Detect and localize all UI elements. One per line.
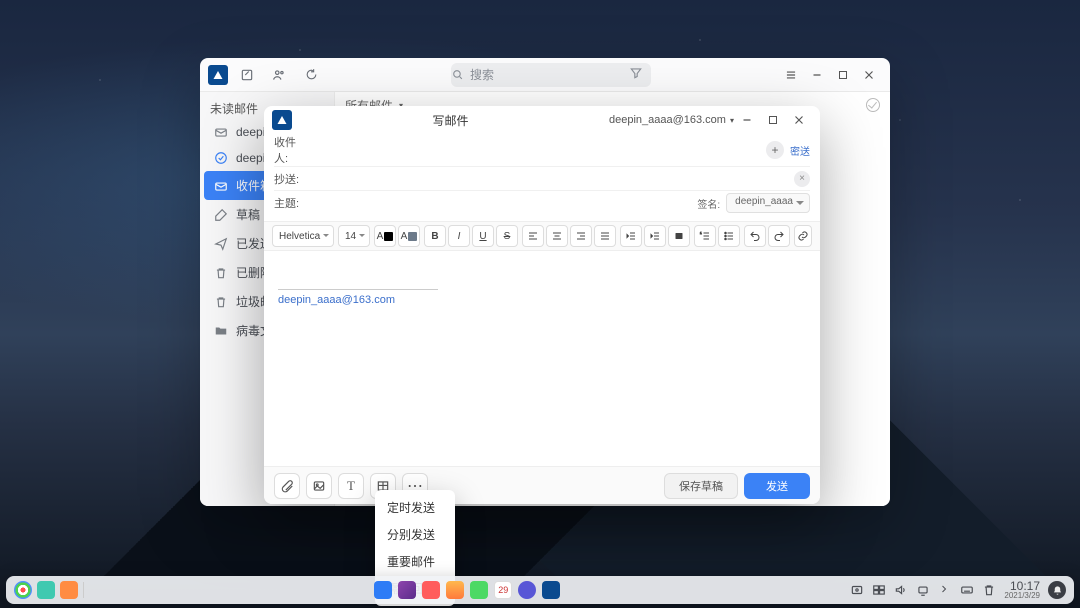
spam-icon: [214, 295, 228, 309]
italic-button[interactable]: I: [448, 225, 470, 247]
app-logo-icon: [208, 65, 228, 85]
drafts-icon: [214, 208, 228, 222]
search-bar[interactable]: 搜索: [451, 63, 651, 87]
menu-important-mail[interactable]: 重要邮件: [375, 548, 455, 575]
compose-window: 写邮件 deepin_aaaa@163.com ▾ 收件人: + 密送 抄送: …: [264, 106, 820, 504]
font-size-select[interactable]: 14: [338, 225, 370, 247]
font-family-select[interactable]: Helvetica: [272, 225, 334, 247]
subject-field[interactable]: [316, 193, 691, 213]
save-draft-button[interactable]: 保存草稿: [664, 473, 738, 499]
tray-notifications-icon[interactable]: [1048, 581, 1066, 599]
recipient-label: 收件人:: [274, 134, 310, 166]
refresh-icon[interactable]: [298, 64, 324, 86]
strikethrough-button[interactable]: S: [496, 225, 518, 247]
taskbar-clock[interactable]: 10:17 2021/3/29: [1004, 580, 1040, 600]
attach-button[interactable]: [274, 473, 300, 499]
dock-store-icon[interactable]: [422, 581, 440, 599]
minimize-button[interactable]: [734, 107, 760, 133]
cc-label: 抄送:: [274, 171, 310, 187]
taskbar-app-icon[interactable]: [60, 581, 78, 599]
dock-calendar-icon[interactable]: 29: [494, 581, 512, 599]
editor-toolbar: Helvetica 14 A A B I U S: [264, 221, 820, 251]
dock-music-icon[interactable]: [470, 581, 488, 599]
hamburger-menu-icon[interactable]: [778, 62, 804, 88]
sidebar-item-label: 草稿: [236, 206, 260, 223]
inbox-icon: [214, 179, 228, 193]
recipient-field[interactable]: [316, 140, 760, 160]
editor-body[interactable]: deepin_aaaa@163.com: [264, 251, 820, 466]
maximize-button[interactable]: [760, 107, 786, 133]
new-mail-icon[interactable]: [234, 64, 260, 86]
dock-mail-icon[interactable]: [542, 581, 560, 599]
outdent-button[interactable]: [620, 225, 642, 247]
tray-screenshot-icon[interactable]: [850, 583, 864, 597]
format-block-button[interactable]: [668, 225, 690, 247]
align-justify-button[interactable]: [594, 225, 616, 247]
remove-cc-button[interactable]: ×: [794, 171, 810, 187]
mailbox-icon: [214, 125, 228, 139]
undo-button[interactable]: [744, 225, 766, 247]
maximize-button[interactable]: [830, 62, 856, 88]
mail-titlebar: 搜索: [200, 58, 890, 92]
redo-button[interactable]: [768, 225, 790, 247]
minimize-button[interactable]: [804, 62, 830, 88]
underline-button[interactable]: U: [472, 225, 494, 247]
tray-trash-icon[interactable]: [982, 583, 996, 597]
menu-separate-send[interactable]: 分别发送: [375, 521, 455, 548]
mailbox-icon: [214, 151, 228, 165]
text-format-button[interactable]: T: [338, 473, 364, 499]
toggle-bcc-link[interactable]: 密送: [790, 143, 810, 158]
dock-app-icon[interactable]: [446, 581, 464, 599]
add-recipient-button[interactable]: +: [766, 141, 784, 159]
subject-label: 主题:: [274, 195, 310, 211]
compose-account-picker[interactable]: deepin_aaaa@163.com ▾: [609, 114, 734, 126]
select-all-checkbox[interactable]: [866, 98, 880, 112]
contacts-icon[interactable]: [266, 64, 292, 86]
app-logo-icon: [272, 110, 292, 130]
sent-icon: [214, 237, 228, 251]
dock-app-icon[interactable]: [374, 581, 392, 599]
trash-icon: [214, 266, 228, 280]
signature-picker[interactable]: deepin_aaaa: [726, 193, 810, 213]
bold-button[interactable]: B: [424, 225, 446, 247]
svg-text:1: 1: [700, 231, 702, 235]
insert-image-button[interactable]: [306, 473, 332, 499]
compose-title: 写邮件: [432, 112, 468, 129]
taskbar-divider: [83, 582, 84, 598]
tray-chevron-icon[interactable]: [938, 583, 952, 597]
search-placeholder: 搜索: [470, 66, 494, 83]
compose-titlebar: 写邮件 deepin_aaaa@163.com ▾: [264, 106, 820, 134]
taskbar: 29 10:17 2021/3/29: [6, 576, 1074, 604]
ordered-list-button[interactable]: 1: [694, 225, 716, 247]
tray-network-icon[interactable]: [916, 583, 930, 597]
launcher-icon[interactable]: [14, 581, 32, 599]
send-button[interactable]: 发送: [744, 473, 810, 499]
insert-link-button[interactable]: [794, 225, 812, 247]
tray-workspace-icon[interactable]: [872, 583, 886, 597]
folder-icon: [214, 324, 228, 338]
tray-keyboard-icon[interactable]: [960, 583, 974, 597]
align-center-button[interactable]: [546, 225, 568, 247]
search-filter-icon[interactable]: [629, 66, 647, 84]
indent-button[interactable]: [644, 225, 666, 247]
align-left-button[interactable]: [522, 225, 544, 247]
close-button[interactable]: [856, 62, 882, 88]
menu-scheduled-send[interactable]: 定时发送: [375, 494, 455, 521]
dock-settings-icon[interactable]: [518, 581, 536, 599]
signature-label: 签名:: [697, 196, 720, 211]
cc-field[interactable]: [316, 169, 788, 189]
close-button[interactable]: [786, 107, 812, 133]
dock-browser-icon[interactable]: [398, 581, 416, 599]
clock-date: 2021/3/29: [1004, 592, 1040, 600]
highlight-color-button[interactable]: A: [398, 225, 420, 247]
signature-text: deepin_aaaa@163.com: [278, 294, 806, 306]
unordered-list-button[interactable]: [718, 225, 740, 247]
align-right-button[interactable]: [570, 225, 592, 247]
taskbar-app-icon[interactable]: [37, 581, 55, 599]
font-color-button[interactable]: A: [374, 225, 396, 247]
tray-volume-icon[interactable]: [894, 583, 908, 597]
